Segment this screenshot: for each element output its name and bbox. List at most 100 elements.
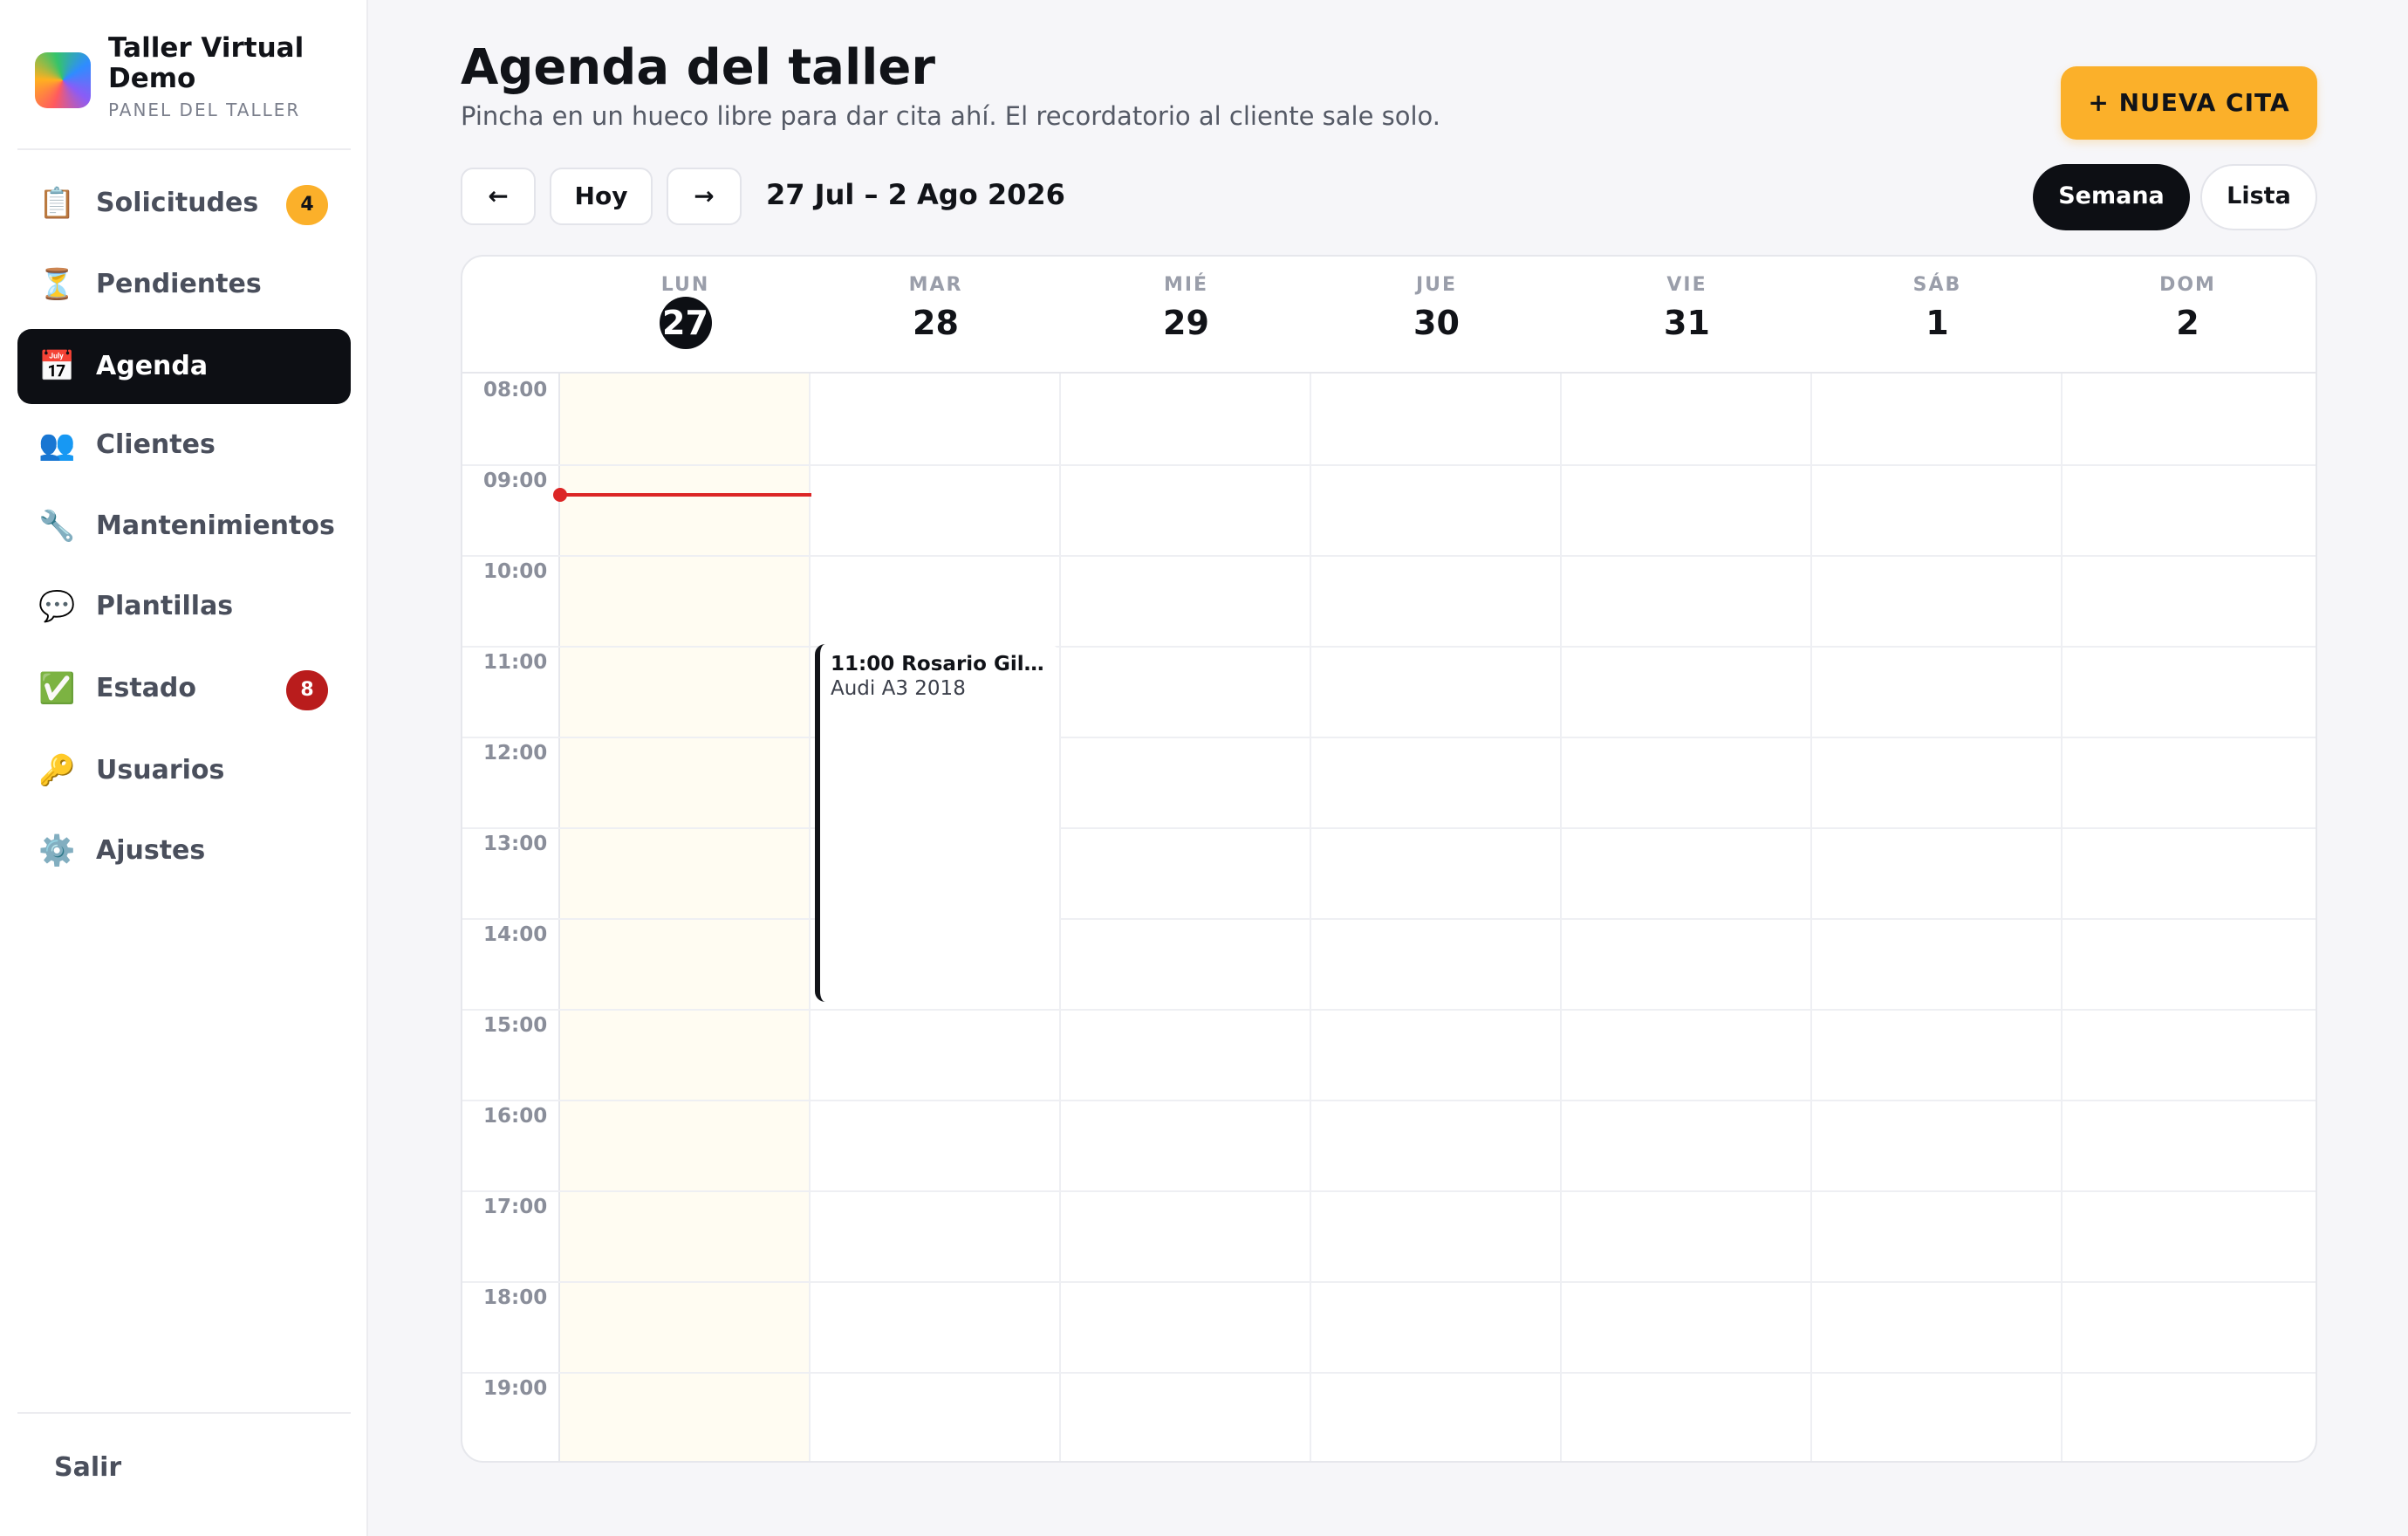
day-header[interactable]: MAR 28: [811, 257, 1061, 372]
day-of-week: MAR: [908, 274, 963, 296]
sidebar-item-solicitudes[interactable]: 📋 Solicitudes 4: [17, 166, 351, 241]
prev-week-button[interactable]: ←: [461, 168, 536, 225]
day-header[interactable]: JUE 30: [1311, 257, 1562, 372]
sidebar-item-label: Estado: [96, 673, 197, 703]
next-week-button[interactable]: →: [667, 168, 742, 225]
brand-logo: [35, 52, 91, 108]
week-view-button[interactable]: Semana: [2033, 164, 2190, 230]
time-label: 17:00: [483, 1196, 548, 1218]
page-subtitle: Pincha en un hueco libre para dar cita a…: [461, 101, 1440, 131]
day-of-week: LUN: [660, 274, 710, 296]
sidebar-divider: [17, 1412, 351, 1414]
time-label: 19:00: [483, 1377, 548, 1400]
brand-subtitle: PANEL DEL TALLER: [108, 99, 301, 120]
hourglass-icon: ⏳: [38, 267, 76, 302]
logout-button[interactable]: Salir: [54, 1452, 121, 1483]
day-header[interactable]: LUN 27: [560, 257, 811, 372]
sidebar-item-pendientes[interactable]: ⏳ Pendientes: [17, 247, 351, 322]
date-range-label: 27 Jul – 2 Ago 2026: [766, 178, 1065, 211]
hour-line: [462, 1100, 2316, 1101]
day-column-today[interactable]: [560, 374, 811, 1461]
appointment-event[interactable]: 11:00 Rosario Gil… Audi A3 2018: [815, 644, 1059, 1002]
day-column[interactable]: [1812, 374, 2063, 1461]
day-of-week: SÁB: [1912, 274, 1962, 296]
sidebar-item-label: Pendientes: [96, 269, 262, 299]
sidebar-item-label: Mantenimientos: [96, 511, 335, 541]
sidebar-item-usuarios[interactable]: 🔑 Usuarios: [17, 733, 351, 808]
today-button[interactable]: Hoy: [550, 168, 653, 225]
calendar-icon: 📅: [38, 349, 76, 384]
day-header[interactable]: VIE 31: [1562, 257, 1812, 372]
hour-line: [462, 918, 2316, 920]
day-number: 2: [2176, 304, 2199, 342]
new-appointment-button[interactable]: + NUEVA CITA: [2061, 66, 2317, 140]
page-title: Agenda del taller: [461, 39, 935, 96]
sidebar-item-label: Solicitudes: [96, 188, 259, 218]
week-calendar: LUN 27 MAR 28 MIÉ 29 JUE 30 VIE 31 SÁB 1…: [461, 255, 2317, 1463]
hour-line: [462, 1190, 2316, 1192]
event-vehicle: Audi A3 2018: [831, 677, 966, 700]
clipboard-icon: 📋: [38, 186, 76, 221]
time-label: 18:00: [483, 1286, 548, 1309]
hour-line: [462, 737, 2316, 738]
list-view-button[interactable]: Lista: [2200, 164, 2317, 230]
sidebar-divider: [17, 148, 351, 150]
day-of-week: DOM: [2159, 274, 2216, 296]
time-label: 09:00: [483, 470, 548, 492]
hour-line: [462, 555, 2316, 557]
brand-name: Taller Virtual Demo: [108, 32, 304, 94]
day-column[interactable]: [1311, 374, 1562, 1461]
sidebar-item-plantillas[interactable]: 💬 Plantillas: [17, 569, 351, 644]
sidebar-item-label: Agenda: [96, 351, 209, 381]
time-label: 15:00: [483, 1014, 548, 1037]
gear-icon: ⚙️: [38, 833, 76, 868]
today-number: 27: [659, 297, 712, 349]
sidebar-item-clientes[interactable]: 👥 Clientes: [17, 408, 351, 483]
sidebar-item-agenda[interactable]: 📅 Agenda: [17, 329, 351, 404]
day-number: 30: [1413, 304, 1460, 342]
calendar-header: LUN 27 MAR 28 MIÉ 29 JUE 30 VIE 31 SÁB 1…: [462, 257, 2316, 374]
hour-line: [462, 827, 2316, 829]
sidebar-item-mantenimientos[interactable]: 🔧 Mantenimientos: [17, 489, 351, 564]
sidebar-item-label: Usuarios: [96, 755, 225, 785]
time-label: 11:00: [483, 651, 548, 674]
event-title: 11:00 Rosario Gil…: [831, 653, 1044, 675]
time-column: 08:00 09:00 10:00 11:00 12:00 13:00 14:0…: [462, 374, 560, 1461]
sidebar-item-label: Clientes: [96, 429, 215, 460]
time-label: 13:00: [483, 833, 548, 855]
key-icon: 🔑: [38, 753, 76, 788]
day-number: 28: [913, 304, 959, 342]
sidebar-item-label: Ajustes: [96, 835, 206, 866]
hour-line: [462, 646, 2316, 648]
day-of-week: MIÉ: [1163, 274, 1209, 296]
day-header[interactable]: DOM 2: [2063, 257, 2313, 372]
count-badge: 8: [286, 670, 328, 710]
day-column[interactable]: [1562, 374, 1812, 1461]
speech-bubble-icon: 💬: [38, 589, 76, 624]
sidebar-item-estado[interactable]: ✅ Estado 8: [17, 651, 351, 726]
hour-line: [462, 1372, 2316, 1374]
day-of-week: JUE: [1415, 274, 1458, 296]
current-time-line: [560, 493, 811, 497]
hour-line: [462, 464, 2316, 466]
wrench-icon: 🔧: [38, 509, 76, 544]
day-number: 1: [1926, 304, 1949, 342]
sidebar-item-label: Plantillas: [96, 591, 234, 621]
day-column[interactable]: [1061, 374, 1311, 1461]
day-column[interactable]: [2063, 374, 2313, 1461]
time-label: 16:00: [483, 1105, 548, 1128]
sidebar: Taller Virtual Demo PANEL DEL TALLER 📋 S…: [0, 0, 368, 1536]
check-icon: ✅: [38, 671, 76, 706]
time-label: 08:00: [483, 379, 548, 401]
day-header[interactable]: MIÉ 29: [1061, 257, 1311, 372]
count-badge: 4: [286, 185, 328, 225]
day-of-week: VIE: [1666, 274, 1707, 296]
hour-line: [462, 1281, 2316, 1283]
day-number: 31: [1664, 304, 1710, 342]
time-label: 10:00: [483, 560, 548, 583]
day-number-today: 27: [560, 297, 811, 349]
day-number: 29: [1163, 304, 1209, 342]
sidebar-item-ajustes[interactable]: ⚙️ Ajustes: [17, 813, 351, 888]
current-time-dot: [553, 488, 567, 502]
day-header[interactable]: SÁB 1: [1812, 257, 2063, 372]
